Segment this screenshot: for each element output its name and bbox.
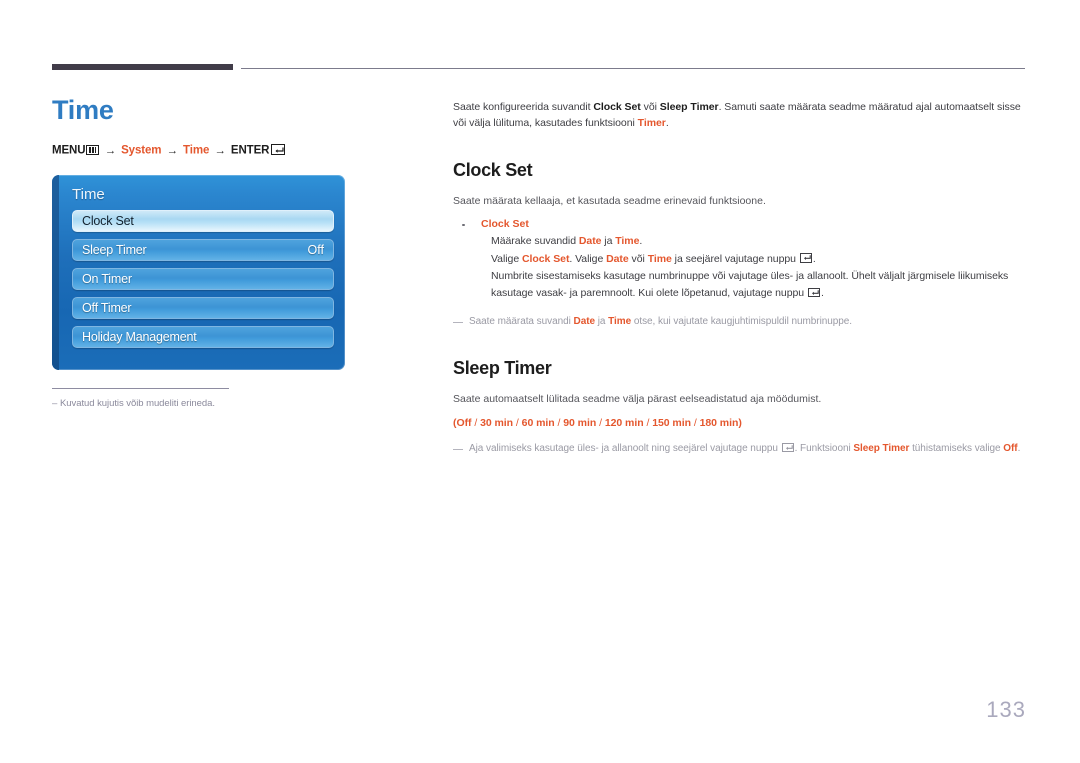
footnote-dash: ‒ [52, 397, 58, 409]
line3-t1: Numbrite sisestamiseks kasutage numbrinu… [491, 270, 1009, 300]
option-180-min: 180 min [699, 417, 739, 430]
sleep-timer-options: (Off / 30 min / 60 min / 90 min / 120 mi… [453, 417, 1025, 429]
header-rule-thin [241, 68, 1025, 69]
clock-set-description: Saate määrata kellaaja, et kasutada sead… [453, 194, 766, 207]
osd-item-label: On Timer [82, 271, 132, 286]
clock-set-sub-lines: Määrake suvandid Date ja Time. Valige Cl… [491, 233, 1025, 302]
menu-path-step-time: Time [183, 144, 210, 157]
section-heading-sleep-timer: Sleep Timer [453, 357, 552, 378]
enter-return-icon [799, 253, 812, 263]
osd-item-label: Holiday Management [82, 329, 197, 344]
intro-paragraph: Saate konfigureerida suvandit Clock Set … [453, 99, 1025, 132]
line1-keyword-time: Time [615, 234, 640, 247]
sleep-note-t3: tühistamiseks valige [909, 443, 1004, 455]
osd-item-label: Clock Set [82, 213, 134, 228]
menu-path-menu-label: MENU [52, 144, 86, 157]
option-90-min: 90 min [563, 417, 597, 430]
note-keyword-time: Time [608, 315, 632, 327]
bullet-title-clock-set: Clock Set [481, 217, 529, 230]
clock-set-bullet-list: Clock Set Määrake suvandid Date ja Time.… [453, 218, 1025, 302]
intro-t2: või [640, 101, 660, 113]
osd-item-label: Sleep Timer [82, 242, 147, 257]
page-number: 133 [986, 697, 1026, 722]
enter-return-icon [807, 287, 820, 298]
osd-item-sleep-timer[interactable]: Sleep Timer Off [72, 238, 334, 261]
option-30-min: 30 min [480, 417, 514, 430]
option-off: Off [456, 417, 472, 430]
left-footnote: ‒ Kuvatud kujutis võib mudeliti erineda. [52, 398, 412, 409]
options-sep: / [643, 417, 653, 430]
sleep-note-keyword-sleep-timer: Sleep Timer [853, 443, 910, 455]
intro-keyword-clock-set: Clock Set [593, 101, 641, 113]
manual-page: Time MENU → System → Time → ENTER Time C… [0, 0, 1080, 763]
footnote-divider [52, 387, 229, 389]
enter-return-icon [271, 144, 286, 156]
line2-t3: või [628, 252, 648, 265]
note-t1: Saate määrata suvandi [469, 315, 574, 327]
note-t2: ja [595, 315, 609, 327]
line2-t2: . Valige [569, 252, 607, 265]
menu-path-arrow-3: → [214, 144, 226, 157]
line2-t5: . [812, 252, 816, 265]
menu-path-arrow-1: → [104, 144, 117, 157]
line2-keyword-clock-set: Clock Set [521, 252, 570, 265]
sleep-note-t4: . [1017, 443, 1021, 455]
intro-t1: Saate konfigureerida suvandit [453, 101, 594, 113]
note-keyword-date: Date [573, 315, 596, 327]
clock-set-note: Saate määrata suvandi Date ja Time otse,… [453, 314, 1025, 330]
options-sep: / [554, 417, 564, 430]
sleep-note-t1: Aja valimiseks kasutage üles- ja allanoo… [469, 443, 781, 455]
sleep-timer-note: Aja valimiseks kasutage üles- ja allanoo… [453, 441, 1025, 457]
osd-menu-list: Clock Set Sleep Timer Off On Timer Off T… [72, 209, 334, 348]
line2-keyword-time: Time [647, 252, 672, 265]
left-column: Time MENU → System → Time → ENTER Time C… [52, 96, 412, 409]
intro-t4: . [665, 117, 669, 130]
line2-keyword-date: Date [606, 252, 629, 265]
sleep-note-keyword-off: Off [1003, 443, 1018, 455]
options-sep: / [690, 417, 700, 430]
line1-keyword-date: Date [578, 234, 602, 247]
intro-keyword-timer: Timer [637, 117, 666, 130]
line1-t3: . [639, 234, 643, 247]
options-close: ) [738, 417, 742, 430]
sleep-timer-description: Saate automaatselt lülitada seadme välja… [453, 392, 822, 405]
line2-t4: ja seejärel vajutage nuppu [671, 252, 799, 265]
note-t3: otse, kui vajutate kaugjuhtimispuldil nu… [631, 315, 853, 327]
footnote-text: Kuvatud kujutis võib mudeliti erineda. [60, 397, 215, 409]
osd-item-clock-set[interactable]: Clock Set [72, 209, 334, 232]
options-sep: / [513, 417, 522, 430]
option-150-min: 150 min [652, 417, 691, 430]
osd-menu-panel: Time Clock Set Sleep Timer Off On Timer … [52, 174, 345, 370]
line1-t1: Määrake suvandid [491, 234, 579, 247]
line2-t1: Valige [491, 252, 522, 265]
option-60-min: 60 min [521, 417, 555, 430]
osd-item-on-timer[interactable]: On Timer [72, 267, 334, 290]
section-heading-clock-set: Clock Set [453, 159, 533, 180]
menu-path-enter-label: ENTER [230, 144, 270, 157]
right-column: Saate konfigureerida suvandit Clock Set … [453, 99, 1025, 457]
option-120-min: 120 min [604, 417, 644, 430]
osd-item-value: Off [307, 242, 324, 257]
line3-t2: . [820, 287, 824, 300]
line1-t2: ja [601, 234, 616, 247]
intro-keyword-sleep-timer: Sleep Timer [659, 101, 719, 113]
options-sep: / [471, 417, 481, 430]
clock-set-line-1: Määrake suvandid Date ja Time. [491, 233, 1025, 250]
header-rule-thick [52, 64, 233, 70]
osd-menu-title: Time [72, 185, 105, 203]
osd-item-off-timer[interactable]: Off Timer [72, 296, 334, 319]
clock-set-line-3: Numbrite sisestamiseks kasutage numbrinu… [491, 268, 1025, 302]
menu-path-step-system: System [121, 144, 162, 157]
osd-item-label: Off Timer [82, 300, 132, 315]
list-item: Clock Set Määrake suvandid Date ja Time.… [453, 218, 1025, 302]
menu-grid-icon [86, 144, 100, 155]
osd-item-holiday-management[interactable]: Holiday Management [72, 325, 334, 348]
page-title: Time [52, 95, 114, 125]
options-sep: / [596, 417, 605, 430]
menu-path-arrow-2: → [166, 144, 179, 157]
enter-return-icon [781, 442, 794, 453]
menu-path-breadcrumb: MENU → System → Time → ENTER [52, 144, 412, 157]
sleep-note-t2: . Funktsiooni [794, 443, 854, 455]
clock-set-line-2: Valige Clock Set. Valige Date või Time j… [491, 251, 1025, 268]
